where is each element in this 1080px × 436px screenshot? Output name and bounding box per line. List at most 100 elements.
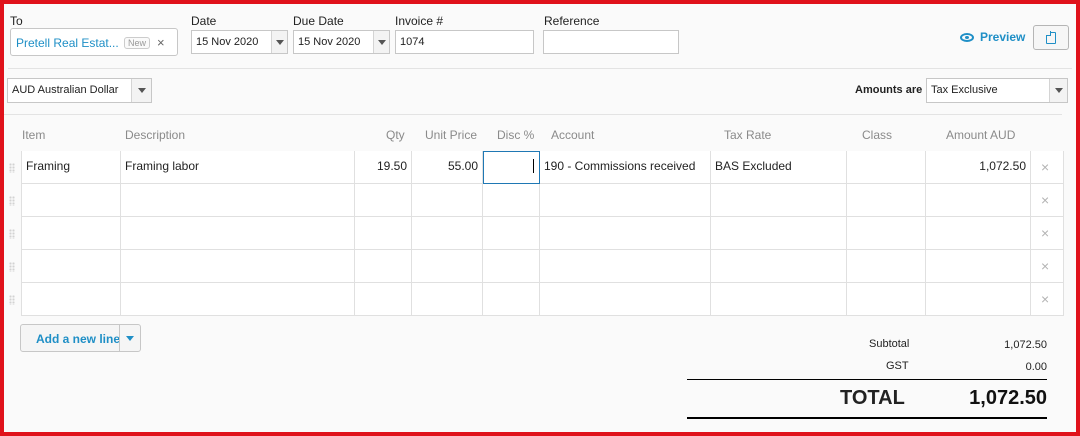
contact-name[interactable]: Pretell Real Estat... [16,36,119,50]
cell-amount[interactable]: 1,072.50 [926,151,1031,184]
currency-select[interactable]: AUD Australian Dollar [7,78,152,103]
due-date-label: Due Date [293,14,344,28]
date-field[interactable]: 15 Nov 2020 [191,30,288,54]
table-header: Item Description Qty Unit Price Disc % A… [4,119,1064,151]
text-cursor [533,159,534,173]
cell-unit-price[interactable] [412,250,483,283]
cell-disc[interactable] [483,217,540,250]
chevron-down-icon [1054,88,1063,93]
add-line-dropdown-button[interactable] [119,325,140,351]
cell-class[interactable] [847,283,926,316]
cell-account[interactable] [540,184,711,217]
cell-qty[interactable] [355,217,412,250]
cell-disc[interactable] [483,250,540,283]
cell-unit-price[interactable] [412,283,483,316]
drag-handle-icon[interactable] [9,295,15,305]
cell-qty[interactable]: 19.50 [355,151,412,184]
delete-row-icon[interactable]: × [1041,159,1049,175]
clear-contact-icon[interactable]: × [157,35,165,50]
due-date-field[interactable]: 15 Nov 2020 [293,30,390,54]
cell-tax-rate[interactable]: BAS Excluded [711,151,847,184]
table-row: × [4,283,1064,316]
divider [4,114,1062,115]
to-contact-field[interactable]: Pretell Real Estat... New × [10,28,178,56]
cell-item[interactable] [21,283,121,316]
cell-description[interactable] [121,217,355,250]
cell-tax-rate[interactable] [711,250,847,283]
amounts-are-value: Tax Exclusive [931,84,998,96]
new-contact-badge: New [124,37,151,49]
cell-amount[interactable] [926,283,1031,316]
due-date-value: 15 Nov 2020 [298,36,361,48]
cell-class[interactable] [847,184,926,217]
drag-handle-icon[interactable] [9,229,15,239]
cell-class[interactable] [847,217,926,250]
table-row: × [4,184,1064,217]
cell-disc[interactable] [483,184,540,217]
cell-unit-price[interactable] [412,217,483,250]
column-header-description: Description [125,128,186,142]
totals-divider [687,379,1047,380]
cell-account[interactable]: 190 - Commissions received [540,151,711,184]
delete-row-icon[interactable]: × [1041,258,1049,274]
drag-handle-icon[interactable] [9,196,15,206]
drag-handle-icon[interactable] [9,262,15,272]
cell-tax-rate[interactable] [711,283,847,316]
invoice-editor: To Pretell Real Estat... New × Date 15 N… [0,0,1080,436]
cell-item[interactable]: Framing [21,151,121,184]
column-header-disc: Disc % [497,128,535,142]
cell-item[interactable] [21,184,121,217]
cell-class[interactable] [847,151,926,184]
date-dropdown-button[interactable] [271,31,287,53]
to-label: To [10,14,23,28]
cell-item[interactable] [21,250,121,283]
due-date-dropdown-button[interactable] [373,31,389,53]
cell-description[interactable] [121,250,355,283]
chevron-down-icon [137,88,146,93]
gst-label: GST [886,360,909,372]
column-header-qty: Qty [386,128,405,142]
invoice-number-field[interactable]: 1074 [395,30,534,54]
eye-icon [960,32,974,42]
preview-label: Preview [980,30,1026,44]
cell-disc[interactable] [483,151,540,184]
cell-account[interactable] [540,250,711,283]
cell-qty[interactable] [355,283,412,316]
delete-row-icon[interactable]: × [1041,192,1049,208]
document-icon [1045,31,1056,44]
date-label: Date [191,14,217,28]
cell-amount[interactable] [926,184,1031,217]
amounts-dropdown-button[interactable] [1049,79,1067,102]
divider [8,68,1072,69]
preview-link[interactable]: Preview [960,30,1025,44]
cell-description[interactable] [121,283,355,316]
copy-button[interactable] [1033,25,1069,50]
cell-description[interactable] [121,184,355,217]
amounts-are-label: Amounts are [855,84,923,96]
delete-row-icon[interactable]: × [1041,291,1049,307]
cell-account[interactable] [540,283,711,316]
reference-field[interactable] [543,30,679,54]
add-new-line-button[interactable]: Add a new line [20,324,141,352]
currency-dropdown-button[interactable] [131,79,151,102]
amounts-are-select[interactable]: Tax Exclusive [926,78,1068,103]
table-row: Framing Framing labor 19.50 55.00 190 - Comm… [4,151,1064,184]
delete-row-icon[interactable]: × [1041,225,1049,241]
cell-unit-price[interactable]: 55.00 [412,151,483,184]
cell-account[interactable] [540,217,711,250]
cell-disc[interactable] [483,283,540,316]
cell-qty[interactable] [355,250,412,283]
cell-item[interactable] [21,217,121,250]
drag-handle-icon[interactable] [9,163,15,173]
cell-tax-rate[interactable] [711,184,847,217]
cell-amount[interactable] [926,217,1031,250]
cell-qty[interactable] [355,184,412,217]
total-underline [687,417,1047,419]
cell-class[interactable] [847,250,926,283]
cell-amount[interactable] [926,250,1031,283]
cell-unit-price[interactable] [412,184,483,217]
chevron-down-icon [126,335,134,341]
cell-description[interactable]: Framing labor [121,151,355,184]
invoice-number-value: 1074 [400,36,425,48]
cell-tax-rate[interactable] [711,217,847,250]
